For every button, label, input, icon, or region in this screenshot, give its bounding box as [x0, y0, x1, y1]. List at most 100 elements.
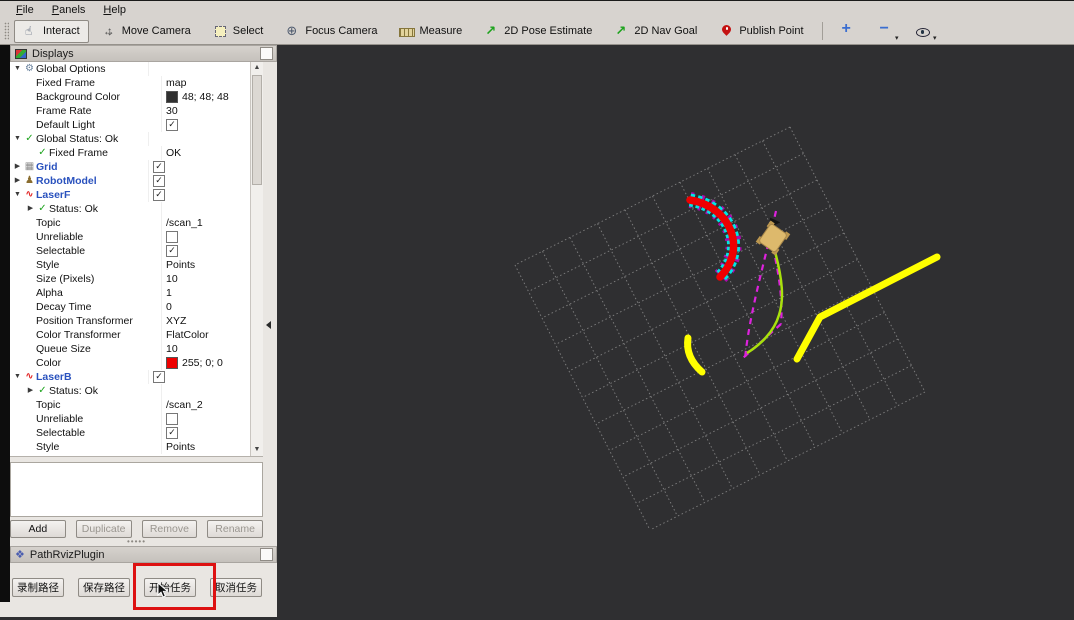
tree-row[interactable]: Unreliable — [10, 412, 250, 426]
tool-interact-button[interactable]: Interact — [14, 19, 89, 43]
tree-row[interactable]: Topic/scan_2 — [10, 398, 250, 412]
checkbox[interactable] — [166, 231, 178, 243]
property-value-cell[interactable]: 30 — [161, 104, 250, 118]
tree-row[interactable]: ▶ ♟ RobotModel ✓ — [10, 174, 250, 188]
scrollbar-thumb[interactable] — [252, 75, 262, 185]
plugin-task-button-2[interactable]: 保存路径 — [78, 578, 130, 597]
tree-row[interactable]: Color 255; 0; 0 — [10, 356, 250, 370]
tool-focus-button[interactable]: Focus Camera — [276, 20, 386, 43]
plugin-task-button-4[interactable]: 取消任务 — [210, 578, 262, 597]
property-value-cell[interactable]: /scan_2 — [161, 398, 250, 412]
property-value-cell[interactable]: 255; 0; 0 — [161, 356, 250, 370]
tree-row[interactable]: ▼ ⚙ Global Options — [10, 62, 250, 76]
tree-row[interactable]: Background Color 48; 48; 48 — [10, 90, 250, 104]
displays-panel-header[interactable]: Displays — [10, 45, 277, 62]
scroll-up-icon[interactable]: ▲ — [251, 62, 263, 74]
tree-row[interactable]: ▼ ∿ LaserB ✓ — [10, 370, 250, 384]
tree-row[interactable]: Position Transformer XYZ — [10, 314, 250, 328]
expander-down-icon[interactable]: ▼ — [12, 370, 23, 384]
expander-down-icon[interactable]: ▼ — [12, 188, 23, 202]
property-value-cell[interactable] — [161, 412, 250, 426]
checkbox[interactable]: ✓ — [166, 245, 178, 257]
tree-row[interactable]: Color Transformer FlatColor — [10, 328, 250, 342]
property-value-cell[interactable]: ✓ — [148, 188, 250, 202]
toolbar-drag-handle[interactable] — [4, 22, 9, 40]
property-value-cell[interactable]: Points — [161, 258, 250, 272]
property-value-cell[interactable]: 48; 48; 48 — [161, 90, 250, 104]
tree-row[interactable]: Decay Time 0 — [10, 300, 250, 314]
expander-right-icon[interactable]: ▶ — [12, 160, 23, 174]
menu-file[interactable]: File — [8, 3, 42, 17]
tree-row[interactable]: Fixed Frame map — [10, 76, 250, 90]
tool-move-button[interactable]: Move Camera — [93, 20, 200, 43]
plugin-panel-header[interactable]: ❖ PathRvizPlugin — [10, 546, 277, 563]
tool-visibility-button[interactable]: ▾ — [908, 20, 942, 43]
checkbox[interactable]: ✓ — [153, 189, 165, 201]
property-value-cell[interactable]: XYZ — [161, 314, 250, 328]
expander-right-icon[interactable]: ▶ — [25, 202, 36, 216]
tree-row[interactable]: Alpha 1 — [10, 286, 250, 300]
tree-row[interactable]: Topic/scan_1 — [10, 216, 250, 230]
displays-filter-box[interactable] — [10, 462, 263, 517]
checkbox[interactable]: ✓ — [153, 175, 165, 187]
tool-select-button[interactable]: Select — [204, 20, 273, 43]
property-value-cell[interactable]: ✓ — [161, 118, 250, 132]
tree-row[interactable]: Style Points — [10, 258, 250, 272]
tree-row[interactable]: ▶ ▦ Grid ✓ — [10, 160, 250, 174]
property-value-cell[interactable]: ✓ — [148, 174, 250, 188]
expander-down-icon[interactable]: ▼ — [12, 132, 23, 146]
tool-pose-button[interactable]: 2D Pose Estimate — [475, 20, 601, 43]
tree-row[interactable]: Unreliable — [10, 230, 250, 244]
expander-right-icon[interactable]: ▶ — [25, 384, 36, 398]
tree-row[interactable]: Default Light ✓ — [10, 118, 250, 132]
tree-row[interactable]: Size (Pixels) 10 — [10, 272, 250, 286]
panel-float-button[interactable] — [260, 47, 273, 60]
expander-down-icon[interactable]: ▼ — [12, 62, 23, 76]
tree-row[interactable]: ▶ ✓ Status: Ok — [10, 202, 250, 216]
checkbox[interactable]: ✓ — [153, 371, 165, 383]
checkbox[interactable]: ✓ — [166, 119, 178, 131]
tool-nav-button[interactable]: 2D Nav Goal — [605, 20, 706, 43]
tree-row[interactable]: Frame Rate 30 — [10, 104, 250, 118]
property-value-cell[interactable]: map — [161, 76, 250, 90]
remove-tool-button[interactable]: ▾ — [870, 20, 904, 43]
property-value-cell[interactable]: 10 — [161, 272, 250, 286]
checkbox[interactable] — [166, 413, 178, 425]
property-value-cell[interactable]: 10 — [161, 342, 250, 356]
panel-collapse-icon[interactable] — [266, 321, 271, 329]
tool-pin-button[interactable]: Publish Point — [710, 20, 812, 43]
tree-row[interactable]: ▶ ✓ Status: Ok — [10, 384, 250, 398]
plugin-task-button-1[interactable]: 录制路径 — [12, 578, 64, 597]
property-value-cell[interactable]: ✓ — [148, 370, 250, 384]
property-value-cell[interactable]: 1 — [161, 286, 250, 300]
property-value-cell[interactable]: FlatColor — [161, 328, 250, 342]
property-value-cell[interactable] — [161, 230, 250, 244]
plugin-float-button[interactable] — [260, 548, 273, 561]
tree-row[interactable]: Queue Size 10 — [10, 342, 250, 356]
tree-row[interactable]: ▼ ✓ Global Status: Ok — [10, 132, 250, 146]
property-value-cell[interactable]: 0 — [161, 300, 250, 314]
tool-measure-button[interactable]: Measure — [390, 20, 471, 43]
tree-scrollbar[interactable]: ▲ ▼ — [250, 62, 263, 456]
checkbox[interactable]: ✓ — [166, 427, 178, 439]
tree-row[interactable]: Style Points — [10, 440, 250, 454]
property-value-cell[interactable]: ✓ — [148, 160, 250, 174]
property-value-cell[interactable]: ✓ — [161, 244, 250, 258]
tree-row[interactable]: ✓ Fixed Frame OK — [10, 146, 250, 160]
panel-splitter[interactable]: ••••• — [10, 538, 263, 546]
menu-panels[interactable]: Panels — [44, 3, 94, 17]
menu-help[interactable]: Help — [95, 3, 134, 17]
property-value-cell[interactable]: /scan_1 — [161, 216, 250, 230]
add-tool-button[interactable] — [832, 20, 866, 43]
property-value-cell[interactable]: ✓ — [161, 426, 250, 440]
property-value-cell[interactable]: OK — [161, 146, 250, 160]
tree-row[interactable]: Selectable ✓ — [10, 244, 250, 258]
expander-right-icon[interactable]: ▶ — [12, 174, 23, 188]
tree-row[interactable]: ▼ ∿ LaserF ✓ — [10, 188, 250, 202]
tree-row[interactable]: Selectable ✓ — [10, 426, 250, 440]
3d-viewport[interactable] — [277, 45, 1074, 617]
checkbox[interactable]: ✓ — [153, 161, 165, 173]
add-button[interactable]: Add — [10, 520, 66, 538]
scroll-down-icon[interactable]: ▼ — [251, 444, 263, 456]
property-value-cell[interactable]: Points — [161, 440, 250, 454]
